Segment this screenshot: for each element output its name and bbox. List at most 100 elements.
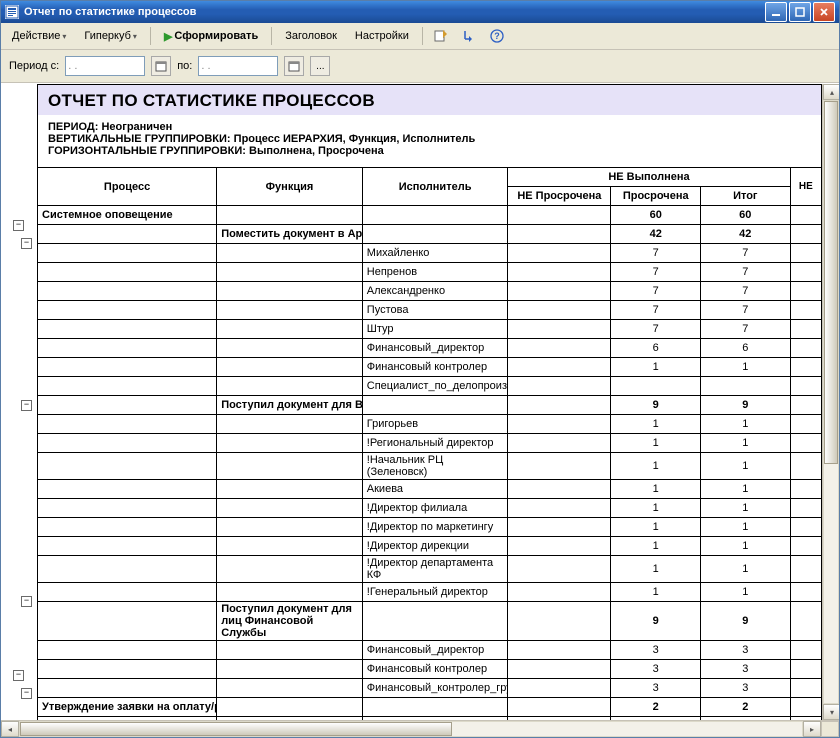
table-cell[interactable] xyxy=(217,301,363,320)
table-cell[interactable] xyxy=(38,583,217,602)
table-cell[interactable] xyxy=(38,377,217,396)
table-cell[interactable] xyxy=(508,244,611,263)
table-cell[interactable] xyxy=(38,244,217,263)
table-cell[interactable]: 1 xyxy=(701,453,791,480)
table-cell[interactable] xyxy=(217,415,363,434)
table-row[interactable]: !Директор дирекции11 xyxy=(38,537,822,556)
col-function[interactable]: Функция xyxy=(217,168,363,206)
table-cell[interactable] xyxy=(790,698,821,717)
table-cell[interactable]: 60 xyxy=(611,206,701,225)
table-cell[interactable] xyxy=(508,434,611,453)
tool-icon-1[interactable] xyxy=(429,25,453,47)
table-cell[interactable] xyxy=(217,583,363,602)
table-cell[interactable] xyxy=(38,225,217,244)
table-cell[interactable] xyxy=(508,453,611,480)
table-cell[interactable] xyxy=(508,358,611,377)
table-cell[interactable] xyxy=(790,453,821,480)
table-cell[interactable] xyxy=(38,453,217,480)
table-row[interactable]: !Начальник РЦ (Зеленовск)11 xyxy=(38,453,822,480)
table-cell[interactable] xyxy=(508,679,611,698)
table-cell[interactable]: 7 xyxy=(611,301,701,320)
table-cell[interactable]: 1 xyxy=(611,556,701,583)
vertical-scrollbar[interactable]: ▴ ▾ xyxy=(822,84,839,720)
table-cell[interactable]: 1 xyxy=(701,434,791,453)
table-cell[interactable] xyxy=(38,518,217,537)
table-row[interactable]: !Директор филиала11 xyxy=(38,499,822,518)
table-cell[interactable] xyxy=(508,660,611,679)
table-cell[interactable]: 3 xyxy=(611,660,701,679)
table-cell[interactable]: 42 xyxy=(611,225,701,244)
col-ne[interactable]: НЕ xyxy=(790,168,821,206)
table-cell[interactable] xyxy=(701,377,791,396)
table-cell[interactable] xyxy=(217,698,363,717)
date-from-input[interactable]: . . xyxy=(65,56,145,76)
tree-toggle[interactable]: − xyxy=(21,596,32,607)
table-cell[interactable]: 1 xyxy=(611,434,701,453)
scroll-track[interactable] xyxy=(19,721,803,737)
table-cell[interactable] xyxy=(790,660,821,679)
table-cell[interactable]: 1 xyxy=(701,537,791,556)
generate-button[interactable]: ▶ Сформировать xyxy=(157,27,265,46)
table-cell[interactable]: Системное оповещение xyxy=(38,206,217,225)
table-cell[interactable] xyxy=(508,415,611,434)
table-cell[interactable]: 6 xyxy=(701,339,791,358)
table-cell[interactable] xyxy=(217,377,363,396)
table-cell[interactable]: Утверждение заявки на оплату/расход xyxy=(38,698,217,717)
table-row[interactable]: Штур77 xyxy=(38,320,822,339)
table-cell[interactable] xyxy=(217,282,363,301)
table-cell[interactable]: 7 xyxy=(611,282,701,301)
table-cell[interactable]: 7 xyxy=(701,282,791,301)
table-cell[interactable] xyxy=(790,282,821,301)
table-cell[interactable]: !Директор департамента КФ xyxy=(362,556,508,583)
tree-toggle[interactable]: − xyxy=(13,220,24,231)
table-cell[interactable] xyxy=(217,480,363,499)
table-cell[interactable]: 7 xyxy=(701,263,791,282)
table-cell[interactable] xyxy=(38,602,217,641)
table-cell[interactable]: Финансовый контролер xyxy=(362,358,508,377)
minimize-button[interactable] xyxy=(765,2,787,22)
table-row[interactable]: Поступил документ для лиц Финансовой Слу… xyxy=(38,602,822,641)
table-cell[interactable] xyxy=(217,499,363,518)
table-cell[interactable]: 3 xyxy=(701,660,791,679)
col-executor[interactable]: Исполнитель xyxy=(362,168,508,206)
table-cell[interactable]: 1 xyxy=(701,518,791,537)
table-cell[interactable] xyxy=(217,358,363,377)
tree-toggle[interactable]: − xyxy=(13,670,24,681)
table-row[interactable]: !Директор департамента КФ11 xyxy=(38,556,822,583)
table-cell[interactable]: 9 xyxy=(701,396,791,415)
table-row[interactable]: Акиева11 xyxy=(38,480,822,499)
table-cell[interactable] xyxy=(217,263,363,282)
table-cell[interactable] xyxy=(362,396,508,415)
table-cell[interactable]: 3 xyxy=(611,641,701,660)
table-cell[interactable]: 7 xyxy=(611,320,701,339)
table-cell[interactable] xyxy=(217,434,363,453)
table-cell[interactable] xyxy=(790,320,821,339)
col-not-done[interactable]: НЕ Выполнена xyxy=(508,168,790,187)
table-cell[interactable]: Финансовый_директор xyxy=(362,641,508,660)
table-cell[interactable] xyxy=(508,339,611,358)
table-cell[interactable]: Акиева xyxy=(362,480,508,499)
table-cell[interactable]: 7 xyxy=(701,320,791,339)
action-menu[interactable]: Действие ▾ xyxy=(5,27,73,45)
table-cell[interactable]: Михайленко xyxy=(362,244,508,263)
table-row[interactable]: Финансовый контролер11 xyxy=(38,358,822,377)
table-cell[interactable]: 60 xyxy=(701,206,791,225)
table-cell[interactable] xyxy=(508,396,611,415)
table-cell[interactable] xyxy=(790,583,821,602)
table-cell[interactable] xyxy=(508,320,611,339)
col-process[interactable]: Процесс xyxy=(38,168,217,206)
table-cell[interactable]: Финансовый_директор xyxy=(362,339,508,358)
table-cell[interactable] xyxy=(508,556,611,583)
table-cell[interactable]: !Начальник РЦ (Зеленовск) xyxy=(362,453,508,480)
close-button[interactable] xyxy=(813,2,835,22)
table-row[interactable]: Финансовый_директор33 xyxy=(38,641,822,660)
table-cell[interactable] xyxy=(790,602,821,641)
date-to-input[interactable]: . . xyxy=(198,56,278,76)
table-row[interactable]: !Генеральный директор11 xyxy=(38,583,822,602)
table-cell[interactable]: 7 xyxy=(611,244,701,263)
table-cell[interactable]: Финансовый контролер xyxy=(362,660,508,679)
table-row[interactable]: Системное оповещение 6060 xyxy=(38,206,822,225)
tree-toggle[interactable]: − xyxy=(21,238,32,249)
table-row[interactable]: Поместить документ в Архив4242 xyxy=(38,225,822,244)
table-cell[interactable]: 7 xyxy=(701,244,791,263)
